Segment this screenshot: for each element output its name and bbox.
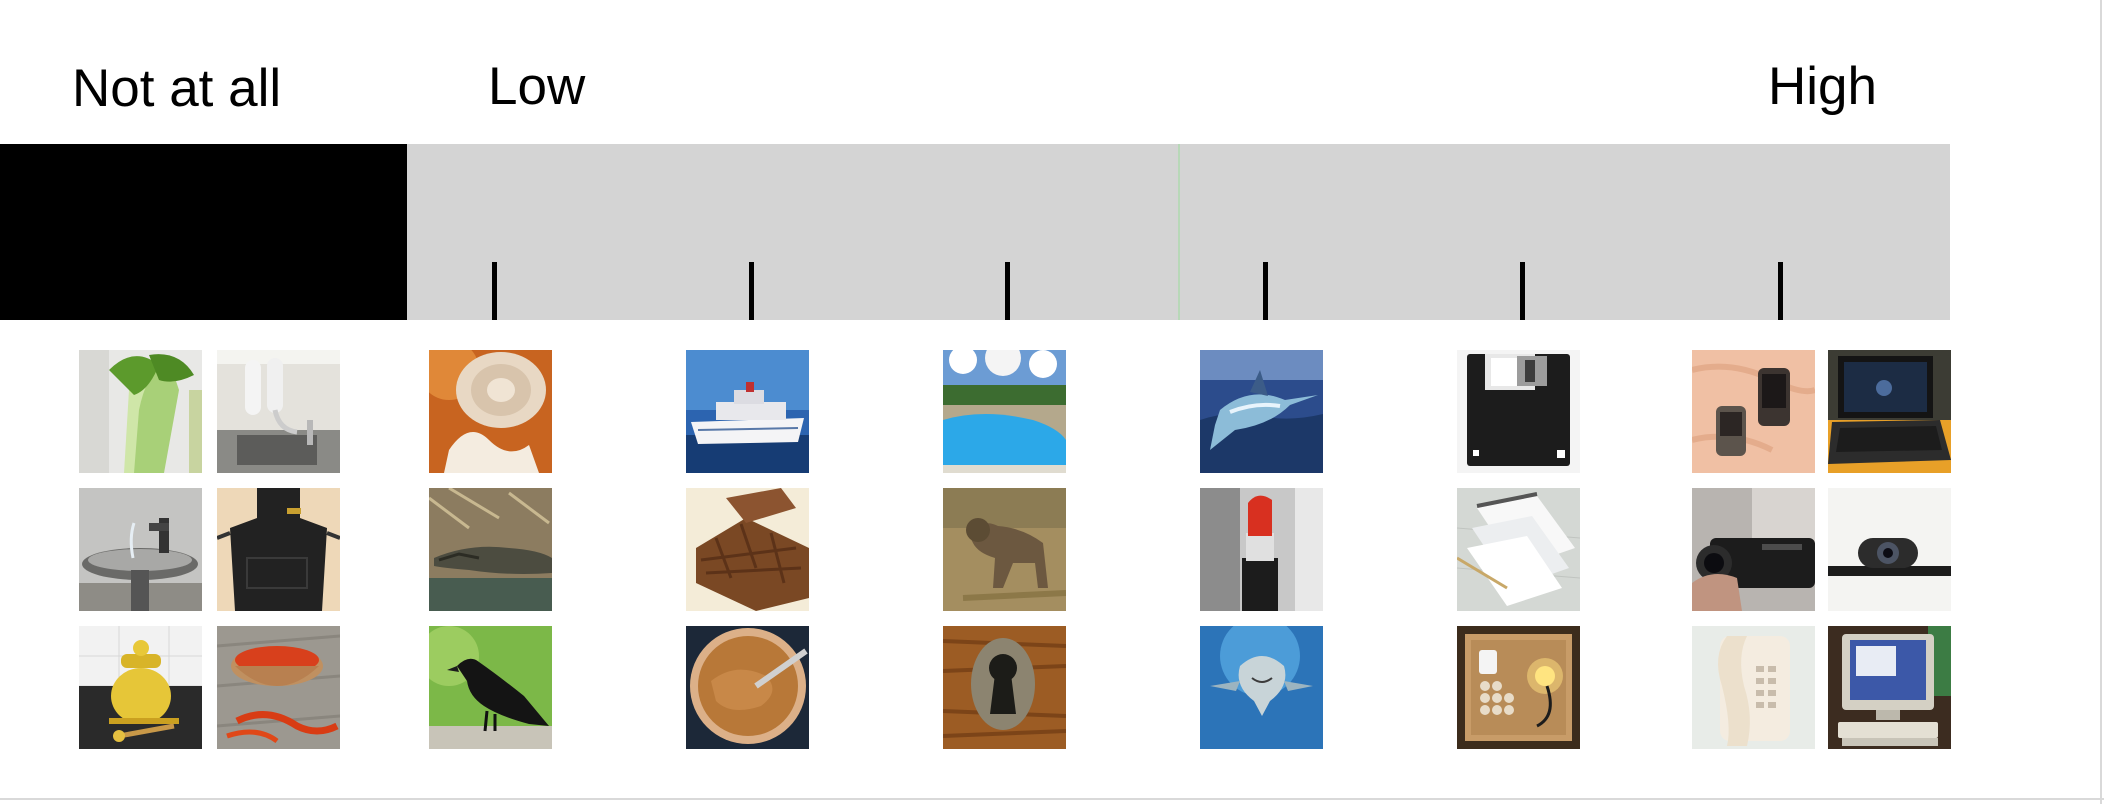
swimming-pool-photo xyxy=(943,350,1066,473)
not-at-all-band xyxy=(0,144,407,320)
scale-label-not-at-all: Not at all xyxy=(72,59,282,118)
page-border-right xyxy=(2100,0,2102,804)
camcorder-photo xyxy=(1692,488,1815,611)
page-border-bottom xyxy=(0,798,2104,800)
notepad-photo xyxy=(1457,488,1580,611)
keyhole-photo xyxy=(943,626,1066,749)
hyena-photo xyxy=(943,488,1066,611)
electronics-kit-photo xyxy=(1457,626,1580,749)
chocolate-bar-photo xyxy=(686,488,809,611)
drinking-fountain-photo xyxy=(79,488,202,611)
wall-telephone-photo xyxy=(1692,626,1815,749)
alligator-photo xyxy=(429,488,552,611)
floppy-disk-photo xyxy=(1457,350,1580,473)
water-filter-faucet-photo xyxy=(217,350,340,473)
scale-tick-1 xyxy=(492,262,497,320)
scale-tick-3 xyxy=(1005,262,1010,320)
scale-tick-4 xyxy=(1263,262,1268,320)
shark-photo xyxy=(1200,626,1323,749)
scale-label-high: High xyxy=(1768,57,1878,116)
scale-tick-6 xyxy=(1778,262,1783,320)
bok-choy-photo xyxy=(79,350,202,473)
scale-tick-2 xyxy=(749,262,754,320)
saffron-bowl-photo xyxy=(217,626,340,749)
laptop-photo xyxy=(1828,350,1951,473)
desktop-computer-photo xyxy=(1828,626,1951,749)
mobile-phones-photo xyxy=(1692,350,1815,473)
baby-ultrasound-model-photo xyxy=(429,350,552,473)
webcam-photo xyxy=(1828,488,1951,611)
crow-photo xyxy=(429,626,552,749)
marlin-photo xyxy=(1200,350,1323,473)
honey-pot-photo xyxy=(79,626,202,749)
lipstick-photo xyxy=(1200,488,1323,611)
scale-tick-5 xyxy=(1520,262,1525,320)
apron-photo xyxy=(217,488,340,611)
cruise-ship-photo xyxy=(686,350,809,473)
scale-label-low: Low xyxy=(488,57,586,116)
scale-midline xyxy=(1178,144,1180,320)
peanut-butter-jar-photo xyxy=(686,626,809,749)
